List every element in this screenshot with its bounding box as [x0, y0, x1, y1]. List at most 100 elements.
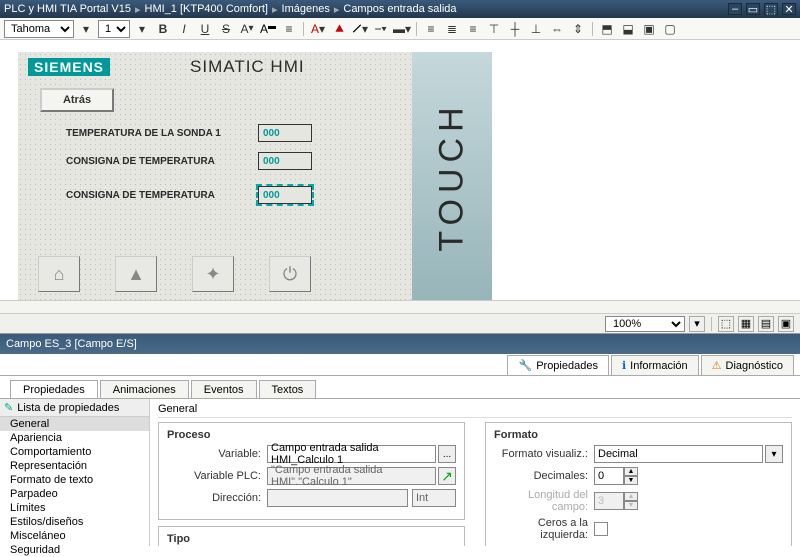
breadcrumb-seg: HMI_1 [KTP400 Comfort] [145, 3, 269, 15]
input-variable-plc[interactable]: "Campo entrada salida HMI"."Calculo 1" [267, 467, 436, 485]
bring-front-button[interactable]: ⬒ [598, 20, 616, 38]
font-dialog-button[interactable]: A▾ [238, 20, 256, 38]
label-ceros: Ceros a la izquierda: [494, 517, 594, 541]
checkbox-ceros[interactable] [594, 522, 608, 536]
hmi-row[interactable]: TEMPERATURA DE LA SONDA 1 000 [66, 124, 312, 142]
align-right-button[interactable]: ≡ [464, 20, 482, 38]
select-formato-vis[interactable]: Decimal [594, 445, 763, 463]
input-decimales[interactable]: 0 [594, 467, 624, 485]
send-back-button[interactable]: ⬓ [619, 20, 637, 38]
sidebar-item-formato-texto[interactable]: Formato de texto [0, 473, 149, 487]
font-size-select[interactable]: 13 [98, 20, 130, 38]
nav-home-button[interactable]: ⌂ [38, 256, 80, 292]
distribute-h-button[interactable]: ⇔ [548, 20, 566, 38]
strike-button[interactable]: S [217, 20, 235, 38]
tab-properties[interactable]: 🔧Propiedades [507, 355, 608, 375]
fieldset-tipo: Tipo Modo: Entrada/salida [158, 526, 465, 546]
group-button[interactable]: ▣ [640, 20, 658, 38]
sidebar-item-representacion[interactable]: Representación [0, 459, 149, 473]
subtab-animations[interactable]: Animaciones [100, 380, 189, 398]
property-sub-tabs: Propiedades Animaciones Eventos Textos [0, 376, 800, 398]
distribute-v-button[interactable]: ⇕ [569, 20, 587, 38]
nav-globe-button[interactable]: ✦ [192, 256, 234, 292]
hmi-screen[interactable]: SIEMENS SIMATIC HMI Atrás TEMPERATURA DE… [18, 52, 412, 300]
align-bottom-button[interactable]: ⊥ [527, 20, 545, 38]
property-top-tabs: 🔧Propiedades ℹInformación ⚠Diagnóstico [0, 354, 800, 376]
list-icon: ✎ [4, 401, 13, 414]
sidebar-item-seguridad[interactable]: Seguridad [0, 543, 149, 557]
sidebar-item-general[interactable]: General [0, 417, 149, 431]
breadcrumb: PLC y HMI TIA Portal V15 ▸ HMI_1 [KTP400… [4, 3, 457, 16]
expand-icon[interactable]: ▣ [778, 316, 794, 332]
shadow-button[interactable]: ▬▾ [393, 20, 411, 38]
sidebar-item-misc[interactable]: Misceláneo [0, 529, 149, 543]
goto-button[interactable]: ↗ [438, 467, 456, 485]
layers-icon[interactable]: ▤ [758, 316, 774, 332]
tab-diagnostics[interactable]: ⚠Diagnóstico [701, 355, 794, 375]
font-select-drop[interactable]: ▾ [77, 20, 95, 38]
diag-icon: ⚠ [712, 359, 722, 372]
spinner-up-button[interactable]: ▲ [624, 467, 638, 476]
io-field[interactable]: 000 [258, 152, 312, 170]
browse-variable-button[interactable]: ... [438, 445, 456, 463]
window-expand-button[interactable]: ⬚ [764, 3, 778, 15]
sidebar-item-estilos[interactable]: Estilos/diseños [0, 515, 149, 529]
label-represent: Formato represent.: [494, 545, 594, 546]
sidebar-header: ✎ Lista de propiedades [0, 399, 149, 417]
window-minimize-button[interactable]: – [728, 3, 742, 15]
hmi-row[interactable]: CONSIGNA DE TEMPERATURA 000 [66, 152, 312, 170]
align-left-button[interactable]: ≡ [422, 20, 440, 38]
input-direccion [267, 489, 408, 507]
font-color-button[interactable]: A▾ [309, 20, 327, 38]
sidebar-item-limites[interactable]: Límites [0, 501, 149, 515]
font-size-drop[interactable]: ▾ [133, 20, 151, 38]
window-close-button[interactable]: ✕ [782, 3, 796, 15]
dropdown-icon[interactable]: ▾ [765, 445, 783, 463]
subtab-texts[interactable]: Textos [259, 380, 317, 398]
underline-button[interactable]: U [196, 20, 214, 38]
canvas-viewport[interactable]: SIEMENS SIMATIC HMI Atrás TEMPERATURA DE… [0, 40, 800, 301]
align-middle-button[interactable]: ┼ [506, 20, 524, 38]
align-center-button[interactable]: ≣ [443, 20, 461, 38]
fieldset-proceso: Proceso Variable: Campo entrada salida H… [158, 422, 465, 520]
sidebar-item-parpadeo[interactable]: Parpadeo [0, 487, 149, 501]
hmi-row[interactable]: CONSIGNA DE TEMPERATURA 000 [66, 186, 312, 204]
zoom-bar: 100% ▾ ⬚ ▦ ▤ ▣ [0, 313, 800, 333]
subtab-properties[interactable]: Propiedades [10, 380, 98, 398]
input-longitud: 3 [594, 492, 624, 510]
bold-button[interactable]: B [154, 20, 172, 38]
grid-icon[interactable]: ▦ [738, 316, 754, 332]
spinner-down-disabled: ▼ [624, 501, 638, 510]
line-color-button[interactable]: ▾ [351, 20, 369, 38]
hmi-title: SIMATIC HMI [190, 57, 305, 77]
spinner-down-button[interactable]: ▼ [624, 476, 638, 485]
selected-object-title: Campo ES_3 [Campo E/S] [6, 338, 137, 350]
text-color-button[interactable]: A [259, 20, 277, 38]
back-button[interactable]: Atrás [40, 88, 114, 112]
align-top-button[interactable]: ⊤ [485, 20, 503, 38]
ungroup-button[interactable]: ▢ [661, 20, 679, 38]
nav-power-button[interactable]: ⏻ [269, 256, 311, 292]
input-variable[interactable]: Campo entrada salida HMI_Calculo 1 [267, 445, 436, 463]
window-maximize-button[interactable]: ▭ [746, 3, 760, 15]
sidebar-item-apariencia[interactable]: Apariencia [0, 431, 149, 445]
io-field[interactable]: 000 [258, 124, 312, 142]
io-field-selected[interactable]: 000 [258, 186, 312, 204]
zoom-drop-icon[interactable]: ▾ [689, 316, 705, 332]
fill-color-button[interactable] [330, 20, 348, 38]
info-icon: ℹ [622, 359, 626, 372]
label-direccion: Dirección: [167, 492, 267, 504]
breadcrumb-seg: PLC y HMI TIA Portal V15 [4, 3, 131, 15]
zoom-fit-icon[interactable]: ⬚ [718, 316, 734, 332]
subtab-events[interactable]: Eventos [191, 380, 257, 398]
label-variable: Variable: [167, 448, 267, 460]
category-heading: General [158, 401, 792, 418]
tab-information[interactable]: ℹInformación [611, 355, 699, 375]
nav-up-button[interactable]: ▲ [115, 256, 157, 292]
line-style-button[interactable]: ⎯▾ [372, 20, 390, 38]
italic-button[interactable]: I [175, 20, 193, 38]
font-select[interactable]: Tahoma [4, 20, 74, 38]
text-align-button[interactable]: ≡ [280, 20, 298, 38]
sidebar-item-comportamiento[interactable]: Comportamiento [0, 445, 149, 459]
zoom-select[interactable]: 100% [605, 316, 685, 332]
